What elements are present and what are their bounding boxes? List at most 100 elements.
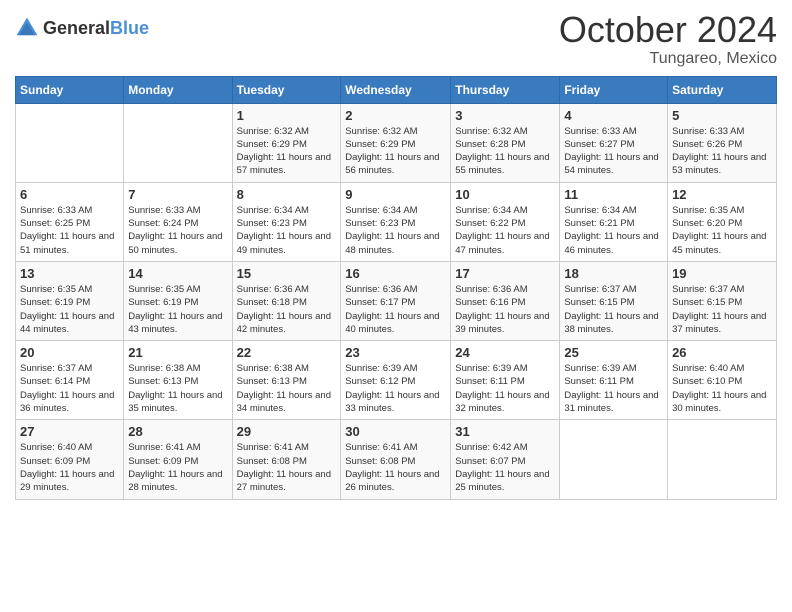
calendar-day-cell [124, 103, 232, 182]
calendar-day-cell: 30Sunrise: 6:41 AM Sunset: 6:08 PM Dayli… [341, 420, 451, 499]
day-number: 18 [564, 266, 663, 281]
calendar-day-cell: 17 Sunrise: 6:36 AM Sunset: 6:16 PM Dayli… [451, 261, 560, 340]
page-header: GeneralBlue October 2024 Tungareo, Mexic… [15, 10, 777, 68]
day-detail: Sunrise: 6:34 AM Sunset: 6:22 PM Dayligh… [455, 204, 555, 257]
day-detail: Sunrise: 6:35 AM Sunset: 6:20 PM Dayligh… [672, 204, 772, 257]
day-number: 24 [455, 345, 555, 360]
day-number: 14 [128, 266, 227, 281]
day-detail: Sunrise: 6:39 AM Sunset: 6:12 PM Dayligh… [345, 362, 446, 415]
calendar-day-cell: 14 Sunrise: 6:35 AM Sunset: 6:19 PM Dayli… [124, 261, 232, 340]
day-number: 29 [237, 424, 337, 439]
day-detail: Sunrise: 6:35 AM Sunset: 6:19 PM Dayligh… [20, 283, 119, 336]
calendar-day-cell: 21Sunrise: 6:38 AM Sunset: 6:13 PM Dayli… [124, 341, 232, 420]
calendar-day-cell: 27 Sunrise: 6:40 AM Sunset: 6:09 PM Dayli… [16, 420, 124, 499]
calendar-day-cell: 15 Sunrise: 6:36 AM Sunset: 6:18 PM Dayli… [232, 261, 341, 340]
calendar-week-row: 20Sunrise: 6:37 AM Sunset: 6:14 PM Dayli… [16, 341, 777, 420]
calendar-day-cell: 26 Sunrise: 6:40 AM Sunset: 6:10 PM Dayli… [668, 341, 777, 420]
calendar-day-cell: 4Sunrise: 6:33 AM Sunset: 6:27 PM Daylig… [560, 103, 668, 182]
day-detail: Sunrise: 6:33 AM Sunset: 6:24 PM Dayligh… [128, 204, 227, 257]
day-detail: Sunrise: 6:32 AM Sunset: 6:28 PM Dayligh… [455, 125, 555, 178]
location-title: Tungareo, Mexico [559, 50, 777, 68]
day-number: 13 [20, 266, 119, 281]
calendar-week-row: 27 Sunrise: 6:40 AM Sunset: 6:09 PM Dayli… [16, 420, 777, 499]
day-detail: Sunrise: 6:34 AM Sunset: 6:23 PM Dayligh… [345, 204, 446, 257]
weekday-header-cell: Wednesday [341, 76, 451, 103]
day-number: 2 [345, 108, 446, 123]
day-detail: Sunrise: 6:38 AM Sunset: 6:13 PM Dayligh… [237, 362, 337, 415]
calendar-day-cell [668, 420, 777, 499]
day-detail: Sunrise: 6:32 AM Sunset: 6:29 PM Dayligh… [237, 125, 337, 178]
calendar-day-cell: 20Sunrise: 6:37 AM Sunset: 6:14 PM Dayli… [16, 341, 124, 420]
calendar-day-cell: 6 Sunrise: 6:33 AM Sunset: 6:25 PM Daylig… [16, 182, 124, 261]
weekday-header-cell: Monday [124, 76, 232, 103]
day-number: 8 [237, 187, 337, 202]
calendar-day-cell: 28 Sunrise: 6:41 AM Sunset: 6:09 PM Dayli… [124, 420, 232, 499]
day-detail: Sunrise: 6:42 AM Sunset: 6:07 PM Dayligh… [455, 441, 555, 494]
calendar-day-cell: 12 Sunrise: 6:35 AM Sunset: 6:20 PM Dayli… [668, 182, 777, 261]
day-number: 21 [128, 345, 227, 360]
logo-blue-text: Blue [110, 18, 149, 38]
calendar-week-row: 6 Sunrise: 6:33 AM Sunset: 6:25 PM Daylig… [16, 182, 777, 261]
day-number: 12 [672, 187, 772, 202]
day-detail: Sunrise: 6:34 AM Sunset: 6:21 PM Dayligh… [564, 204, 663, 257]
day-number: 4 [564, 108, 663, 123]
day-detail: Sunrise: 6:40 AM Sunset: 6:10 PM Dayligh… [672, 362, 772, 415]
calendar-day-cell: 16Sunrise: 6:36 AM Sunset: 6:17 PM Dayli… [341, 261, 451, 340]
day-detail: Sunrise: 6:36 AM Sunset: 6:18 PM Dayligh… [237, 283, 337, 336]
day-detail: Sunrise: 6:33 AM Sunset: 6:26 PM Dayligh… [672, 125, 772, 178]
calendar-day-cell: 1 Sunrise: 6:32 AM Sunset: 6:29 PM Daylig… [232, 103, 341, 182]
day-number: 27 [20, 424, 119, 439]
calendar-day-cell: 3 Sunrise: 6:32 AM Sunset: 6:28 PM Daylig… [451, 103, 560, 182]
day-number: 6 [20, 187, 119, 202]
day-number: 28 [128, 424, 227, 439]
day-number: 19 [672, 266, 772, 281]
day-detail: Sunrise: 6:34 AM Sunset: 6:23 PM Dayligh… [237, 204, 337, 257]
calendar-day-cell: 2 Sunrise: 6:32 AM Sunset: 6:29 PM Daylig… [341, 103, 451, 182]
calendar-day-cell: 5 Sunrise: 6:33 AM Sunset: 6:26 PM Daylig… [668, 103, 777, 182]
day-number: 22 [237, 345, 337, 360]
day-detail: Sunrise: 6:36 AM Sunset: 6:16 PM Dayligh… [455, 283, 555, 336]
day-detail: Sunrise: 6:33 AM Sunset: 6:25 PM Dayligh… [20, 204, 119, 257]
calendar-day-cell: 10Sunrise: 6:34 AM Sunset: 6:22 PM Dayli… [451, 182, 560, 261]
calendar-day-cell [560, 420, 668, 499]
day-number: 1 [237, 108, 337, 123]
weekday-header-cell: Saturday [668, 76, 777, 103]
day-detail: Sunrise: 6:37 AM Sunset: 6:15 PM Dayligh… [672, 283, 772, 336]
calendar-day-cell: 31Sunrise: 6:42 AM Sunset: 6:07 PM Dayli… [451, 420, 560, 499]
day-detail: Sunrise: 6:39 AM Sunset: 6:11 PM Dayligh… [564, 362, 663, 415]
day-number: 17 [455, 266, 555, 281]
weekday-header-cell: Tuesday [232, 76, 341, 103]
calendar-day-cell: 29 Sunrise: 6:41 AM Sunset: 6:08 PM Dayli… [232, 420, 341, 499]
weekday-header-cell: Thursday [451, 76, 560, 103]
title-section: October 2024 Tungareo, Mexico [559, 10, 777, 68]
day-number: 25 [564, 345, 663, 360]
day-number: 23 [345, 345, 446, 360]
calendar-day-cell: 8 Sunrise: 6:34 AM Sunset: 6:23 PM Daylig… [232, 182, 341, 261]
day-number: 7 [128, 187, 227, 202]
day-detail: Sunrise: 6:32 AM Sunset: 6:29 PM Dayligh… [345, 125, 446, 178]
day-number: 30 [345, 424, 446, 439]
day-number: 5 [672, 108, 772, 123]
calendar-week-row: 13 Sunrise: 6:35 AM Sunset: 6:19 PM Dayli… [16, 261, 777, 340]
day-number: 3 [455, 108, 555, 123]
calendar-day-cell: 7 Sunrise: 6:33 AM Sunset: 6:24 PM Daylig… [124, 182, 232, 261]
calendar-day-cell: 24Sunrise: 6:39 AM Sunset: 6:11 PM Dayli… [451, 341, 560, 420]
day-detail: Sunrise: 6:37 AM Sunset: 6:15 PM Dayligh… [564, 283, 663, 336]
month-title: October 2024 [559, 10, 777, 50]
day-number: 11 [564, 187, 663, 202]
calendar-day-cell: 23 Sunrise: 6:39 AM Sunset: 6:12 PM Dayli… [341, 341, 451, 420]
day-detail: Sunrise: 6:40 AM Sunset: 6:09 PM Dayligh… [20, 441, 119, 494]
calendar-week-row: 1 Sunrise: 6:32 AM Sunset: 6:29 PM Daylig… [16, 103, 777, 182]
day-detail: Sunrise: 6:41 AM Sunset: 6:08 PM Dayligh… [237, 441, 337, 494]
day-detail: Sunrise: 6:41 AM Sunset: 6:09 PM Dayligh… [128, 441, 227, 494]
logo-general-text: General [43, 18, 110, 38]
day-number: 26 [672, 345, 772, 360]
calendar-body: 1 Sunrise: 6:32 AM Sunset: 6:29 PM Daylig… [16, 103, 777, 499]
day-number: 15 [237, 266, 337, 281]
day-detail: Sunrise: 6:37 AM Sunset: 6:14 PM Dayligh… [20, 362, 119, 415]
day-detail: Sunrise: 6:35 AM Sunset: 6:19 PM Dayligh… [128, 283, 227, 336]
calendar-day-cell: 22 Sunrise: 6:38 AM Sunset: 6:13 PM Dayli… [232, 341, 341, 420]
calendar-day-cell [16, 103, 124, 182]
calendar-day-cell: 9Sunrise: 6:34 AM Sunset: 6:23 PM Daylig… [341, 182, 451, 261]
calendar-day-cell: 13 Sunrise: 6:35 AM Sunset: 6:19 PM Dayli… [16, 261, 124, 340]
